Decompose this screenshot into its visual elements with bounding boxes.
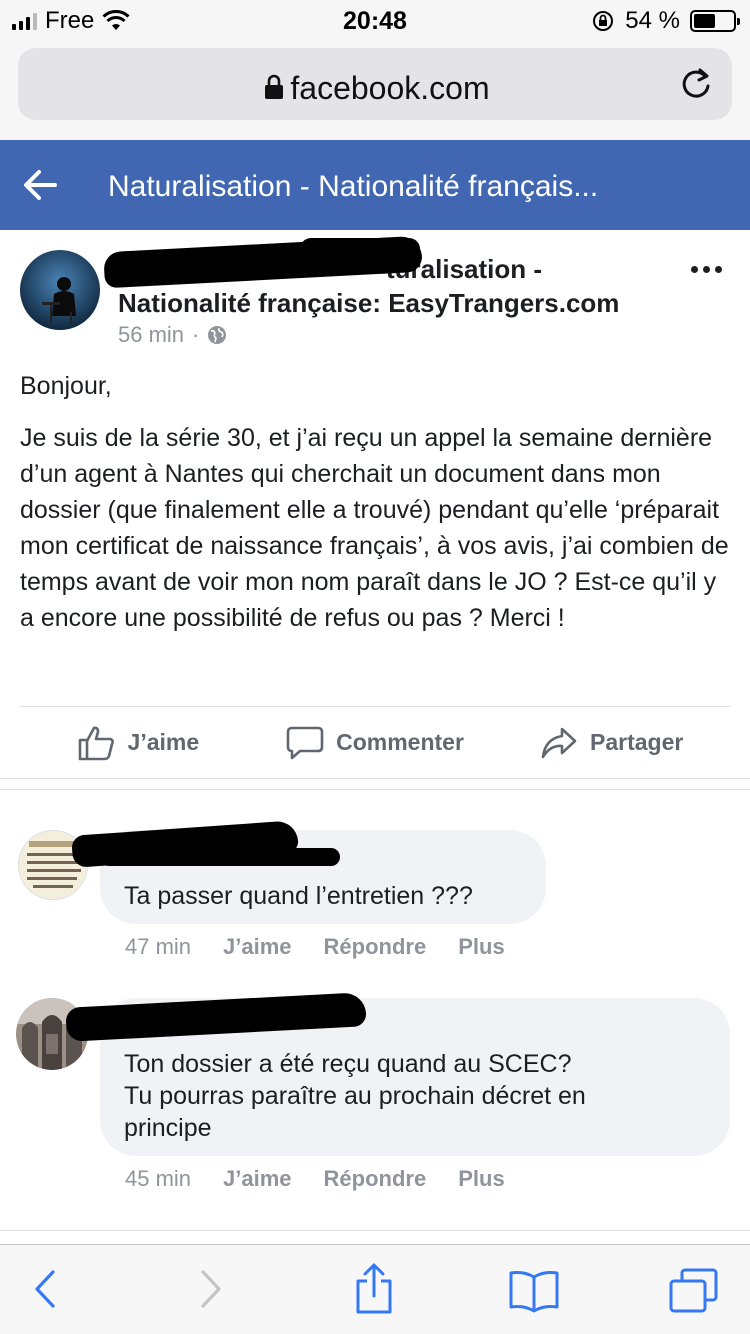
comment-meta-1: 47 min J’aime Répondre Plus bbox=[125, 934, 505, 960]
status-bar: Free 20:48 54 % bbox=[0, 0, 750, 40]
back-arrow-icon[interactable] bbox=[22, 168, 58, 202]
comment-icon bbox=[286, 726, 324, 759]
post-more-options-icon[interactable] bbox=[691, 266, 722, 273]
post-time: 56 min bbox=[118, 322, 185, 347]
browser-toolbar bbox=[0, 1244, 750, 1334]
author-avatar[interactable] bbox=[20, 250, 100, 330]
comment-more-1[interactable]: Plus bbox=[458, 934, 504, 960]
comment-label: Commenter bbox=[336, 729, 464, 755]
comment-reply-2[interactable]: Répondre bbox=[324, 1166, 427, 1192]
status-right: 54 % bbox=[591, 7, 740, 35]
like-label: J’aime bbox=[127, 729, 200, 755]
comment-like-1[interactable]: J’aime bbox=[223, 934, 292, 960]
share-label: Partager bbox=[590, 729, 684, 755]
rotation-lock-icon bbox=[593, 11, 614, 31]
thumbs-up-icon bbox=[78, 726, 114, 760]
battery-icon bbox=[690, 10, 740, 32]
comment-text-2-line-1: Ton dossier a été reçu quand au SCEC? bbox=[124, 1050, 572, 1078]
tabs-icon[interactable] bbox=[668, 1267, 720, 1315]
back-chevron-icon[interactable] bbox=[32, 1269, 58, 1309]
like-button[interactable]: J’aime bbox=[20, 725, 257, 761]
comments-divider bbox=[0, 1230, 750, 1231]
comment-text-2-line-2: Tu pourras paraître au prochain décret e… bbox=[124, 1082, 586, 1110]
separator-dot: · bbox=[192, 322, 200, 347]
comment-button[interactable]: Commenter bbox=[257, 725, 494, 761]
browser-chrome: facebook.com bbox=[0, 40, 750, 140]
section-divider bbox=[0, 778, 750, 790]
share-sheet-icon[interactable] bbox=[354, 1263, 394, 1315]
comment-more-2[interactable]: Plus bbox=[458, 1166, 504, 1192]
post-actions: J’aime Commenter Partager bbox=[20, 706, 730, 778]
comment-text-2-line-3: principe bbox=[124, 1114, 212, 1142]
forward-chevron-icon[interactable] bbox=[198, 1269, 224, 1309]
comment-meta-2: 45 min J’aime Répondre Plus bbox=[125, 1166, 505, 1192]
share-button[interactable]: Partager bbox=[493, 725, 730, 761]
post-text: Je suis de la série 30, et j’ai reçu un … bbox=[20, 424, 729, 632]
facebook-header: Naturalisation - Nationalité français... bbox=[0, 140, 750, 230]
page-title: Naturalisation - Nationalité français... bbox=[108, 170, 599, 203]
comment-time-2: 45 min bbox=[125, 1166, 192, 1191]
globe-icon bbox=[208, 326, 227, 344]
post-body: Bonjour, Je suis de la série 30, et j’ai… bbox=[20, 368, 732, 652]
address-bar[interactable]: facebook.com bbox=[18, 48, 732, 120]
battery-percent: 54 % bbox=[625, 7, 680, 34]
redacted-author-name-stroke bbox=[300, 238, 420, 260]
comment-like-2[interactable]: J’aime bbox=[223, 1166, 292, 1192]
bookmarks-icon[interactable] bbox=[508, 1269, 560, 1313]
share-icon bbox=[541, 727, 577, 758]
post-timestamp[interactable]: 56 min · bbox=[118, 322, 227, 348]
comment-text-1: Ta passer quand l’entretien ??? bbox=[124, 882, 473, 910]
post-greeting: Bonjour, bbox=[20, 372, 112, 400]
group-name-line2: Nationalité française: EasyTrangers.com bbox=[118, 288, 620, 318]
comment-time-1: 47 min bbox=[125, 934, 192, 959]
url-domain: facebook.com bbox=[290, 70, 490, 106]
reload-icon[interactable] bbox=[678, 66, 714, 102]
redacted-commenter-name-1b bbox=[100, 848, 340, 866]
comment-reply-1[interactable]: Répondre bbox=[324, 934, 427, 960]
